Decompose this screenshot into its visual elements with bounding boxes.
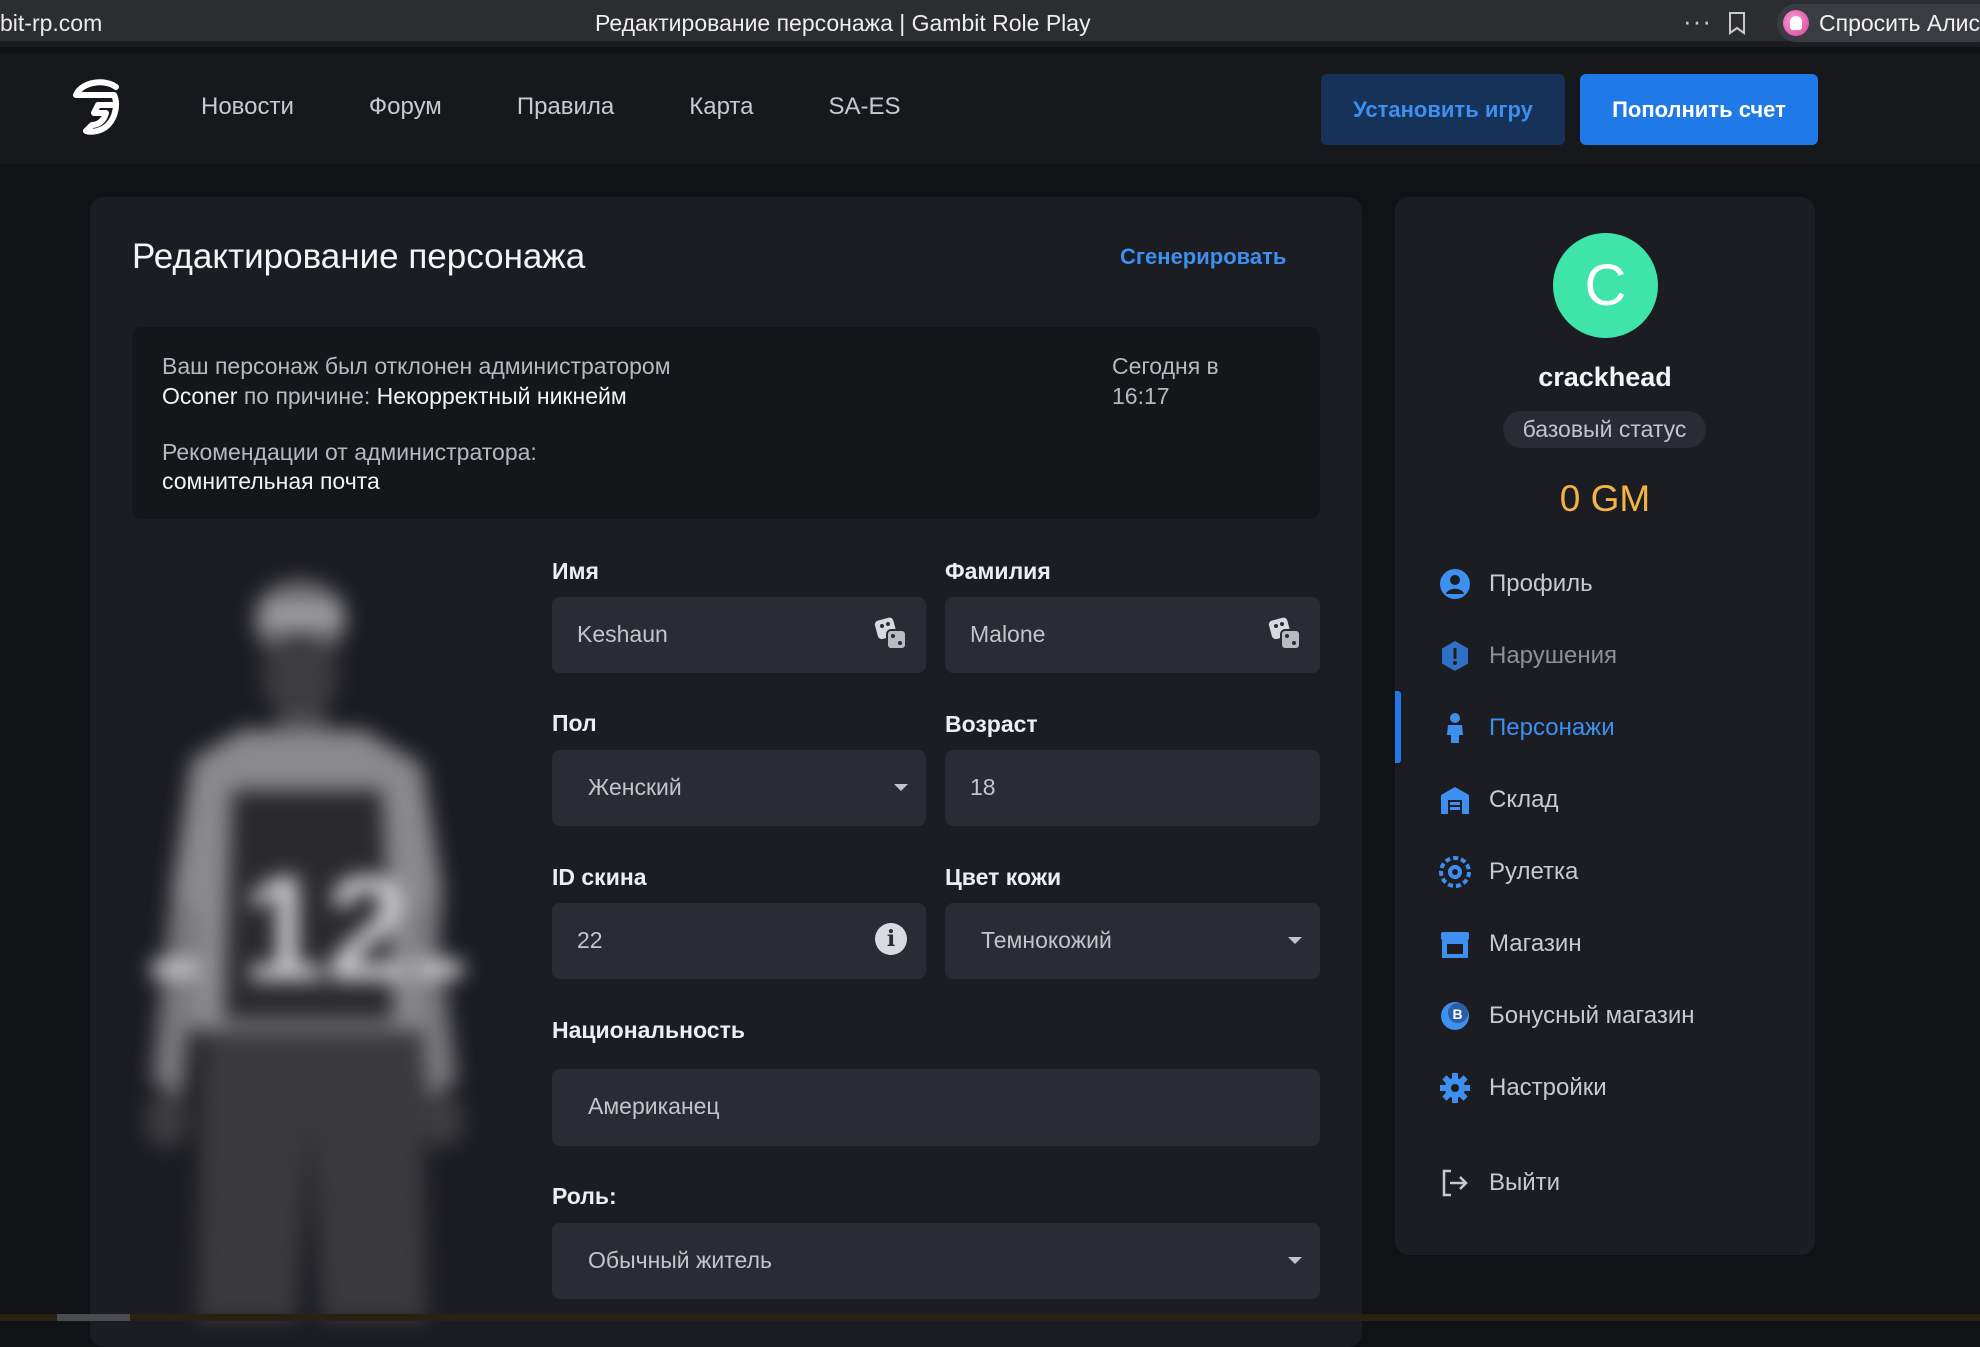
logout-icon: [1437, 1165, 1473, 1201]
notice-reason-prefix: по причине:: [243, 383, 371, 409]
skin-id-label: ID скина: [552, 864, 647, 890]
role-value: Обычный житель: [588, 1247, 772, 1273]
main-nav: Новости Форум Правила Карта SA-ES: [201, 93, 976, 121]
gender-label: Пол: [552, 710, 597, 736]
skin-id-field[interactable]: 22 i: [552, 903, 926, 979]
site-header: Новости Форум Правила Карта SA-ES Устано…: [0, 53, 1980, 164]
sidebar-item-label: Профиль: [1489, 570, 1593, 597]
balance: 0 GM: [1559, 478, 1651, 519]
notice-reason: Некорректный никнейм: [376, 383, 627, 409]
active-menu-indicator: [1395, 691, 1401, 763]
notice-rejected-text: Ваш персонаж был отклонен администраторо…: [162, 353, 671, 379]
install-game-button[interactable]: Установить игру: [1321, 74, 1565, 145]
nav-map[interactable]: Карта: [689, 93, 753, 121]
info-icon[interactable]: i: [875, 923, 907, 955]
sidebar-item-settings[interactable]: Настройки: [1437, 1068, 1607, 1108]
skin-color-label: Цвет кожи: [945, 864, 1062, 890]
sidebar-item-shop[interactable]: Магазин: [1437, 924, 1582, 964]
skin-color-value: Темнокожий: [981, 927, 1112, 953]
bonus-shop-icon: B: [1437, 998, 1473, 1034]
page-title: Редактирование персонажа: [132, 237, 586, 276]
gear-icon: [1437, 1070, 1473, 1106]
last-name-label: Фамилия: [945, 558, 1051, 584]
sidebar-item-label: Нарушения: [1489, 642, 1618, 669]
avatar: C: [1553, 233, 1658, 338]
sidebar-item-label: Бонусный магазин: [1489, 1002, 1695, 1029]
sidebar-item-label: Склад: [1489, 786, 1559, 813]
sidebar-item-label: Магазин: [1489, 930, 1582, 957]
svg-text:B: B: [1453, 1006, 1463, 1022]
browser-toolbar: bit-rp.com Редактирование персонажа | Ga…: [0, 0, 1980, 47]
ask-alice-button[interactable]: Спросить Алису: [1777, 4, 1980, 42]
last-name-field[interactable]: Malone: [945, 597, 1320, 673]
top-up-button[interactable]: Пополнить счет: [1580, 74, 1818, 145]
warning-icon: [1437, 638, 1473, 674]
nationality-value: Американец: [588, 1093, 720, 1119]
role-label: Роль:: [552, 1183, 617, 1209]
age-value: 18: [970, 774, 996, 800]
notice-admin-name: Oconer: [162, 383, 238, 409]
nav-rules[interactable]: Правила: [517, 93, 614, 121]
sidebar-item-warehouse[interactable]: Склад: [1437, 780, 1558, 820]
sidebar-item-label: Рулетка: [1489, 858, 1579, 885]
chevron-down-icon: [894, 784, 908, 791]
address-bar[interactable]: bit-rp.com: [0, 10, 102, 37]
status-badge: базовый статус: [1503, 411, 1706, 448]
chevron-down-icon: [1288, 1257, 1302, 1264]
dice-icon[interactable]: [1267, 616, 1303, 652]
sidebar-item-characters[interactable]: Персонажи: [1437, 708, 1615, 748]
more-menu-icon[interactable]: ···: [1683, 6, 1712, 37]
notice-timestamp: Сегодня в 16:17: [1112, 353, 1219, 409]
window-bottom-edge: [0, 1314, 1980, 1321]
notice-recommendation: сомнительная почта: [162, 468, 380, 494]
bookmark-icon[interactable]: [1727, 11, 1747, 35]
generate-button[interactable]: Сгенерировать: [1120, 244, 1286, 270]
roulette-icon: [1437, 854, 1473, 890]
notice-recommendation-label: Рекомендации от администратора:: [162, 439, 537, 465]
sidebar-item-violations[interactable]: Нарушения: [1437, 636, 1617, 676]
character-icon: [1437, 710, 1473, 746]
dice-icon[interactable]: [873, 616, 909, 652]
first-name-value: Keshaun: [577, 621, 668, 647]
sidebar-item-label: Персонажи: [1489, 714, 1615, 741]
page-tab-title: Редактирование персонажа | Gambit Role P…: [595, 10, 1091, 36]
svg-text:12: 12: [242, 844, 409, 1012]
nav-sa-es[interactable]: SA-ES: [828, 93, 900, 121]
chevron-down-icon: [1288, 937, 1302, 944]
age-label: Возраст: [945, 711, 1038, 737]
gender-value: Женский: [588, 774, 682, 800]
sidebar-item-roulette[interactable]: Рулетка: [1437, 852, 1578, 892]
sidebar-item-profile[interactable]: Профиль: [1437, 564, 1593, 604]
rejection-notice: Ваш персонаж был отклонен администраторо…: [132, 327, 1320, 519]
logout-label: Выйти: [1489, 1169, 1561, 1196]
gambit-logo-icon[interactable]: [68, 77, 128, 137]
first-name-label: Имя: [552, 558, 599, 584]
skin-color-select[interactable]: Темнокожий: [945, 903, 1320, 979]
last-name-value: Malone: [970, 621, 1046, 647]
nav-forum[interactable]: Форум: [369, 93, 442, 121]
shop-icon: [1437, 926, 1473, 962]
gender-select[interactable]: Женский: [552, 750, 926, 826]
age-field[interactable]: 18: [945, 750, 1320, 826]
first-name-field[interactable]: Keshaun: [552, 597, 926, 673]
sidebar-item-bonus-shop[interactable]: B Бонусный магазин: [1437, 996, 1694, 1036]
role-select[interactable]: Обычный житель: [552, 1223, 1320, 1299]
character-skin-preview: 12: [145, 580, 464, 1320]
alice-icon: [1783, 10, 1809, 36]
logout-button[interactable]: Выйти: [1437, 1163, 1560, 1203]
nav-news[interactable]: Новости: [201, 93, 294, 121]
username: crackhead: [1538, 362, 1672, 392]
user-icon: [1437, 566, 1473, 602]
warehouse-icon: [1437, 782, 1473, 818]
nationality-field[interactable]: Американец: [552, 1069, 1320, 1146]
skin-id-value: 22: [577, 927, 603, 953]
sidebar-item-label: Настройки: [1489, 1074, 1607, 1101]
nationality-label: Национальность: [552, 1017, 745, 1043]
notice-text: Ваш персонаж был отклонен администраторо…: [162, 351, 882, 411]
ask-alice-label: Спросить Алису: [1819, 10, 1980, 36]
